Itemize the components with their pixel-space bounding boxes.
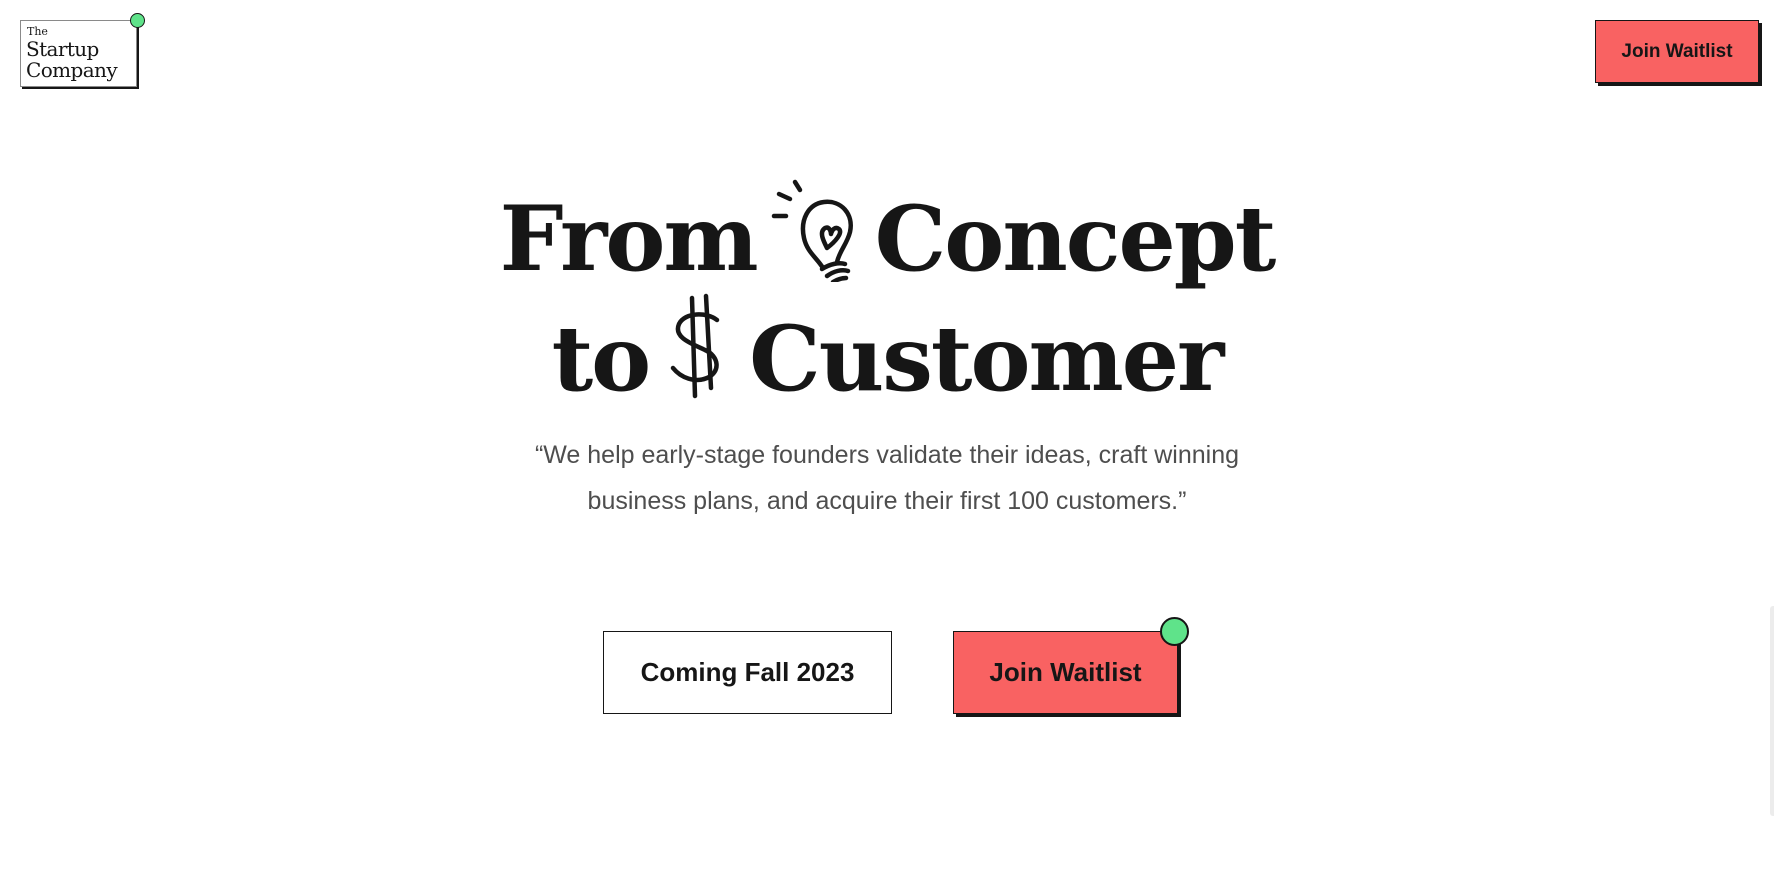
logo-text-startup: Startup (26, 37, 99, 61)
hero-word-customer: Customer (749, 306, 1224, 412)
hero-word-to: to (551, 306, 652, 412)
hero-join-waitlist-button[interactable]: Join Waitlist (953, 631, 1178, 714)
hero-headline-line-1: From Concept (0, 172, 1774, 306)
logo-text-the: The (27, 25, 48, 38)
logo-text-company: Company (26, 58, 118, 82)
header-join-waitlist-button[interactable]: Join Waitlist (1595, 20, 1759, 83)
coming-fall-2023-button[interactable]: Coming Fall 2023 (603, 631, 892, 714)
logo[interactable]: The Startup Company (20, 20, 137, 87)
logo-status-dot (130, 13, 145, 28)
lightbulb-icon (767, 172, 865, 306)
hero-tagline: “We help early-stage founders validate t… (534, 441, 1240, 515)
dollar-sign-icon (659, 292, 739, 426)
hero-headline-line-2: to Customer (0, 292, 1774, 426)
hero-word-from: From (499, 186, 759, 292)
edge-scroll-tab[interactable] (1770, 606, 1774, 816)
hero-word-concept: Concept (874, 186, 1277, 292)
join-waitlist-status-dot (1160, 617, 1189, 646)
